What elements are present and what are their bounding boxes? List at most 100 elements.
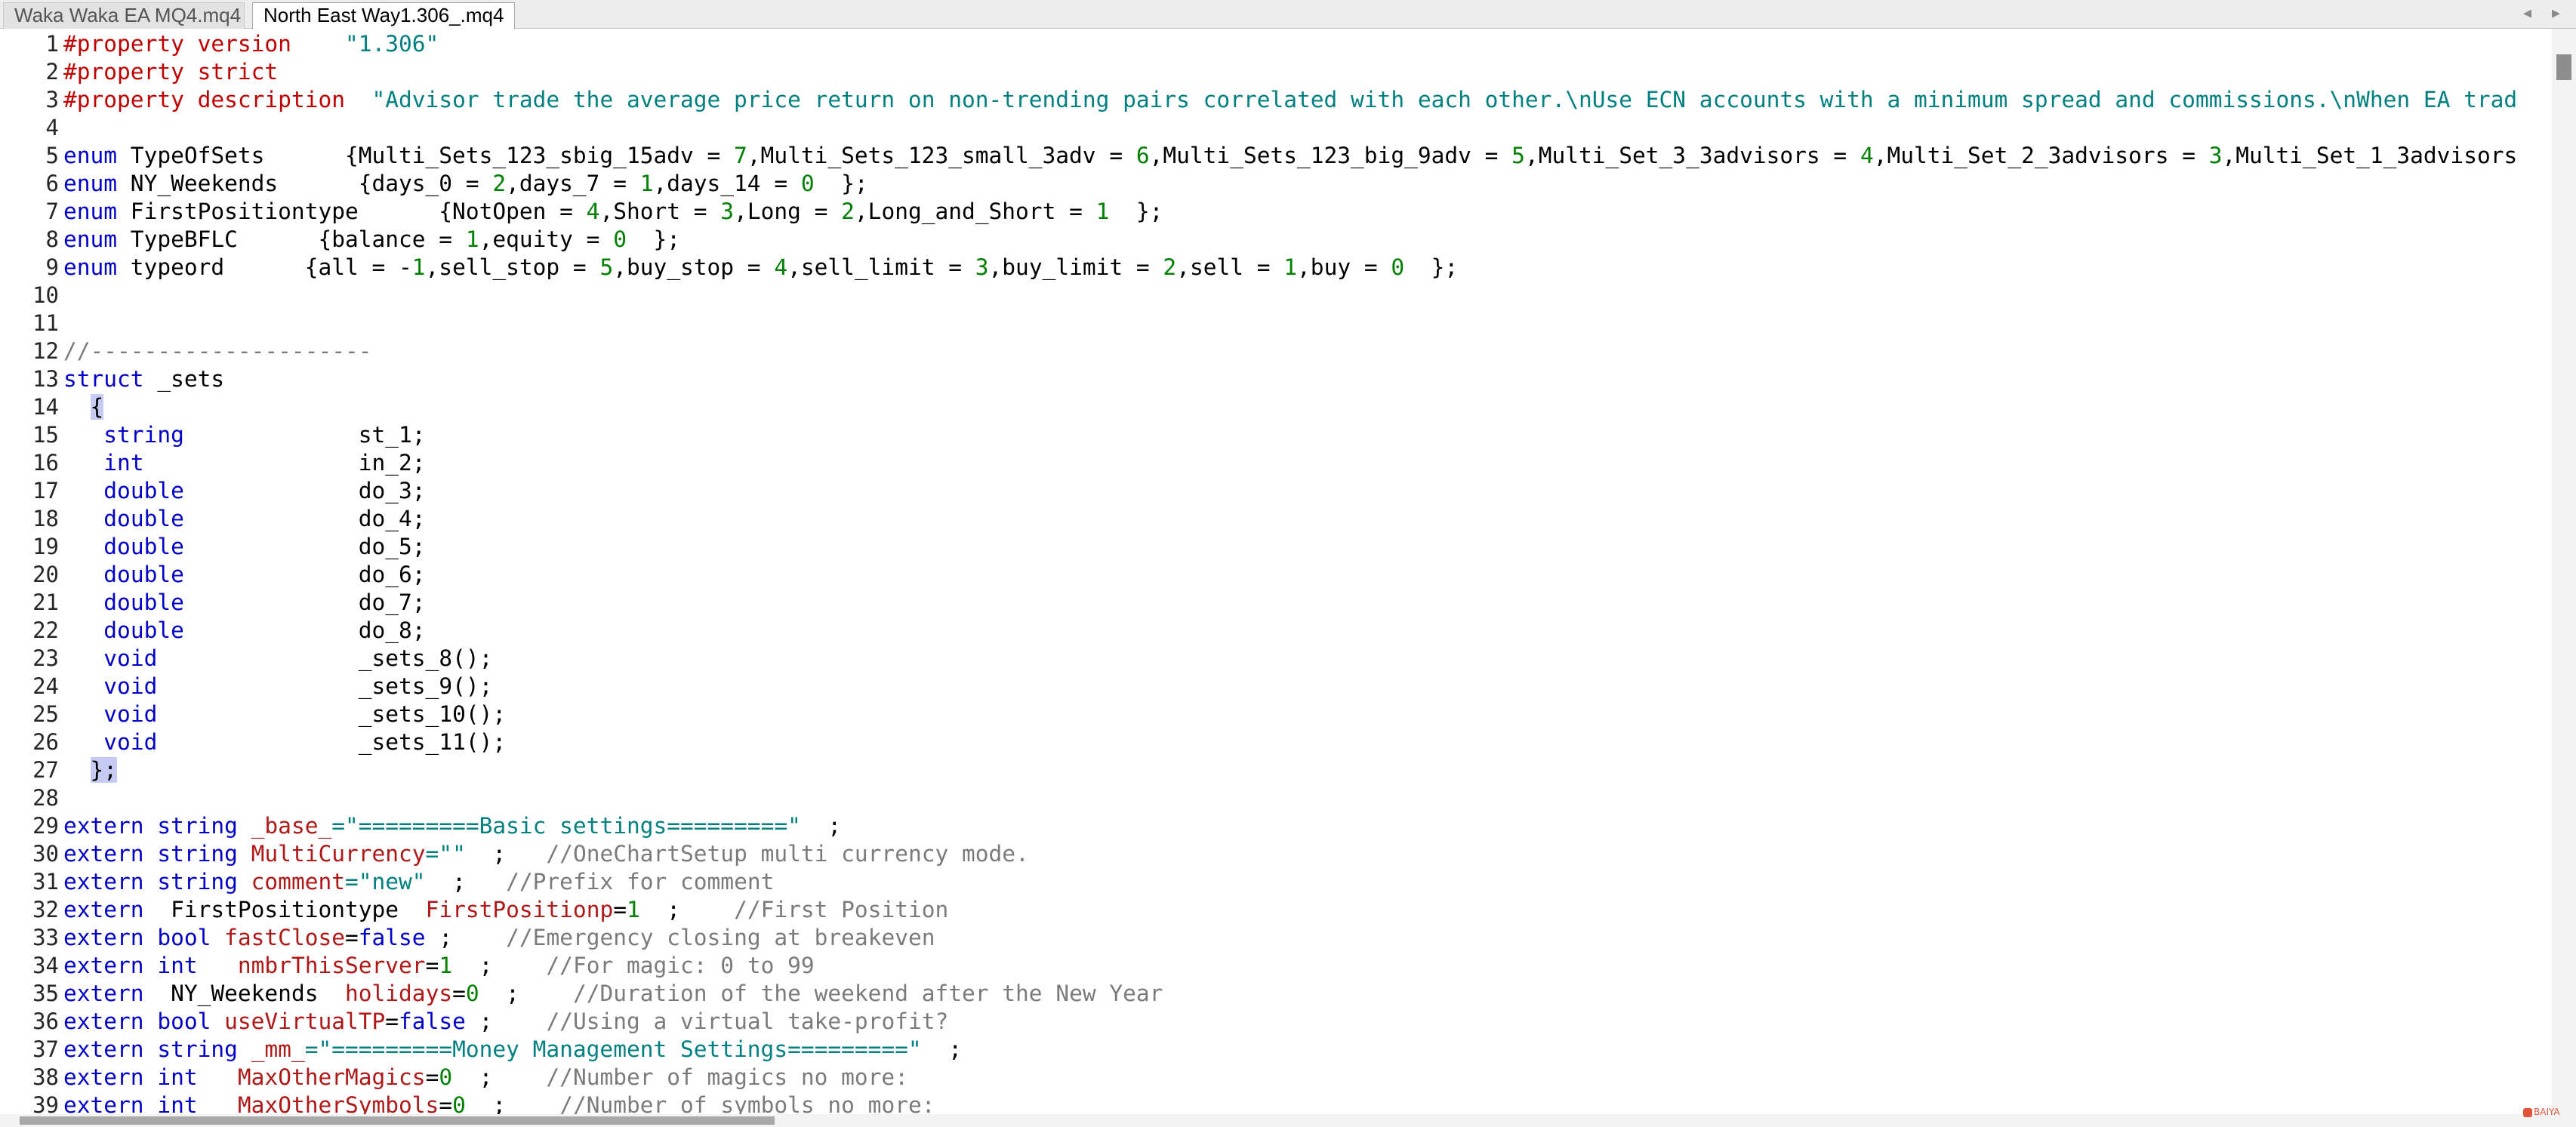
code-token: ,sell_limit = [787, 254, 975, 280]
line-number: 26 [32, 729, 59, 755]
code-text: struct _sets [63, 365, 224, 393]
code-line[interactable]: 8 enum TypeBFLC {balance = 1,equity = 0 }… [0, 226, 2552, 254]
code-token: 6 [1135, 143, 1150, 168]
code-token: 4 [586, 199, 600, 224]
code-line[interactable]: 36 extern bool useVirtualTP=false ; //Usi… [0, 1008, 2552, 1036]
code-line[interactable]: 27 }; [0, 756, 2552, 784]
code-text: extern NY_Weekends holidays=0 ; //Durati… [63, 980, 1163, 1008]
horizontal-scroll-thumb[interactable] [20, 1116, 775, 1125]
code-token: 3 [975, 254, 989, 280]
code-line[interactable]: 34 extern int nmbrThisServer=1 ; //For ma… [0, 952, 2552, 980]
code-text: enum NY_Weekends {days_0 = 2,days_7 = 1,… [63, 170, 868, 198]
tab-scroll-left-icon[interactable]: ◂ [2523, 3, 2531, 24]
code-line[interactable]: 10 [0, 282, 2552, 309]
code-line[interactable]: 19 double do_5; [0, 533, 2552, 561]
code-line[interactable]: 37 extern string _mm_="=========Money Man… [0, 1036, 2552, 1064]
code-token: ; [921, 1036, 962, 1062]
code-line[interactable]: 16 int in_2; [0, 449, 2552, 477]
code-token: }; [814, 171, 868, 196]
code-text: double do_6; [63, 561, 425, 589]
code-token: 1 [411, 254, 426, 280]
code-line[interactable]: 28 [0, 784, 2552, 812]
code-token: ,Multi_Sets_123_big_9adv = [1149, 143, 1512, 168]
code-text: double do_8; [63, 617, 425, 645]
code-line[interactable]: 22 double do_8; [0, 617, 2552, 645]
code-token: _sets [143, 366, 225, 392]
code-line[interactable]: 15 string st_1; [0, 421, 2552, 449]
code-line[interactable]: 39 extern int MaxOtherSymbols=0 ; //Numbe… [0, 1092, 2552, 1114]
tab-north-east-way[interactable]: North East Way1.306_.mq4 [252, 2, 515, 29]
code-token: FirstPositionp [425, 897, 614, 922]
code-token: typeord {all = - [117, 254, 412, 280]
code-line[interactable]: 3 #property description "Advisor trade th… [0, 86, 2552, 114]
code-token: extern bool [63, 925, 211, 950]
code-line[interactable]: 13 struct _sets [0, 365, 2552, 393]
vertical-scroll-thumb[interactable] [2556, 54, 2571, 80]
code-line[interactable]: 29 extern string _base_="=========Basic s… [0, 812, 2552, 840]
code-line[interactable]: 21 double do_7; [0, 589, 2552, 617]
code-token: ; [452, 953, 547, 978]
code-line[interactable]: 11 [0, 309, 2552, 337]
code-text: extern int MaxOtherSymbols=0 ; //Number … [63, 1092, 935, 1114]
line-number: 36 [32, 1008, 59, 1034]
code-token: double [103, 590, 184, 615]
code-line[interactable]: 2 #property strict [0, 58, 2552, 86]
line-number: 17 [32, 478, 59, 503]
tab-bar: Waka Waka EA MQ4.mq4 North East Way1.306… [0, 0, 2576, 29]
line-number: 24 [32, 673, 59, 699]
code-token: nmbrThisServer [237, 953, 426, 978]
code-token: }; [626, 226, 681, 252]
code-line[interactable]: 5 enum TypeOfSets {Multi_Sets_123_sbig_15… [0, 142, 2552, 170]
code-token: MaxOtherSymbols [237, 1092, 439, 1114]
code-line[interactable]: 30 extern string MultiCurrency="" ; //One… [0, 840, 2552, 868]
code-line[interactable]: 17 double do_3; [0, 477, 2552, 505]
code-line[interactable]: 35 extern NY_Weekends holidays=0 ; //Dura… [0, 980, 2552, 1008]
code-token: ,sell = [1176, 254, 1284, 280]
code-line[interactable]: 25 void _sets_10(); [0, 701, 2552, 728]
code-token: //Duration of the weekend after the New … [572, 981, 1163, 1006]
code-line[interactable]: 26 void _sets_11(); [0, 728, 2552, 756]
code-line[interactable]: 18 double do_4; [0, 505, 2552, 533]
code-line[interactable]: 32 extern FirstPositiontype FirstPosition… [0, 896, 2552, 924]
line-number: 6 [45, 171, 59, 196]
code-token: do_3; [183, 478, 426, 503]
horizontal-scrollbar[interactable] [0, 1114, 2552, 1127]
code-text: extern string _base_="=========Basic set… [63, 812, 841, 840]
line-number: 1 [45, 31, 59, 57]
code-token: ; [639, 897, 735, 922]
code-line[interactable]: 33 extern bool fastClose=false ; //Emerge… [0, 924, 2552, 952]
code-token: do_7; [183, 590, 426, 615]
code-line[interactable]: 24 void _sets_9(); [0, 673, 2552, 701]
code-token: ; [479, 981, 573, 1006]
code-line[interactable]: 31 extern string comment="new" ; //Prefix… [0, 868, 2552, 896]
code-line[interactable]: 7 enum FirstPositiontype {NotOpen = 4,Sho… [0, 198, 2552, 226]
code-line[interactable]: 6 enum NY_Weekends {days_0 = 2,days_7 = 1… [0, 170, 2552, 198]
code-token: useVirtualTP [224, 1008, 386, 1034]
vertical-scrollbar[interactable] [2552, 29, 2576, 1114]
code-line[interactable]: 20 double do_6; [0, 561, 2552, 589]
code-token: 2 [492, 171, 507, 196]
tab-scroll-right-icon[interactable]: ▸ [2552, 3, 2560, 24]
line-number: 28 [32, 785, 59, 811]
code-line[interactable]: 4 [0, 114, 2552, 142]
code-text: }; [63, 756, 118, 784]
code-line[interactable]: 38 extern int MaxOtherMagics=0 ; //Number… [0, 1064, 2552, 1092]
line-number: 4 [45, 115, 59, 140]
code-text: int in_2; [63, 449, 426, 477]
code-line[interactable]: 9 enum typeord {all = -1,sell_stop = 5,bu… [0, 254, 2552, 282]
tab-waka-waka-ea[interactable]: Waka Waka EA MQ4.mq4 [3, 2, 245, 29]
code-token: extern int [63, 1064, 198, 1090]
code-text: { [63, 393, 104, 421]
code-line[interactable]: 23 void _sets_8(); [0, 645, 2552, 673]
code-line[interactable]: 14 { [0, 393, 2552, 421]
code-token: in_2; [143, 450, 426, 476]
code-token: 5 [1511, 143, 1525, 168]
code-line[interactable]: 12//--------------------- [0, 337, 2552, 365]
code-editor[interactable]: 1 #property version "1.306" 2 #property str… [0, 29, 2552, 1114]
code-line[interactable]: 1 #property version "1.306" [0, 30, 2552, 58]
